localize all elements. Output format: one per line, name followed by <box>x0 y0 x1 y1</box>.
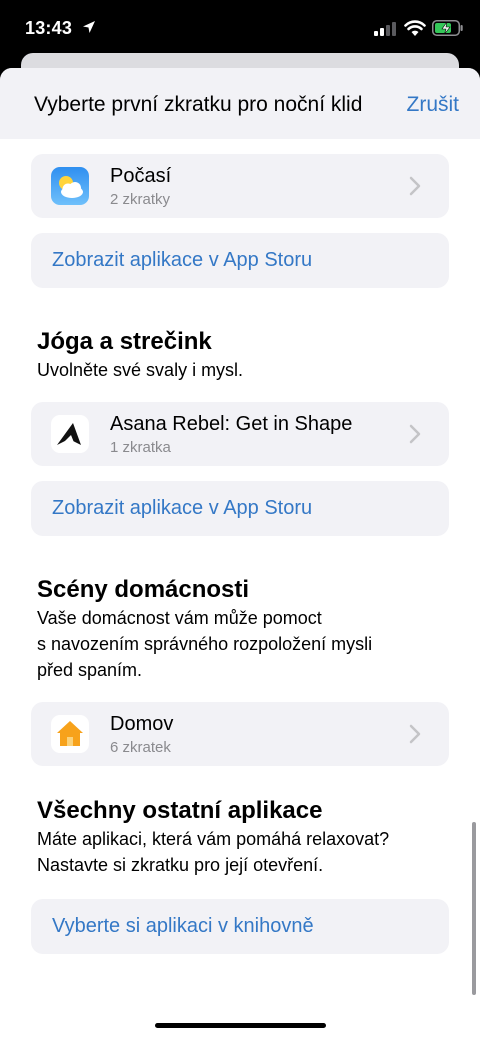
shortcut-count: 1 zkratka <box>110 439 171 456</box>
app-row-asana-rebel[interactable]: Asana Rebel: Get in Shape 1 zkratka <box>31 402 449 466</box>
cellular-signal-icon <box>374 22 396 36</box>
cancel-button[interactable]: Zrušit <box>407 93 460 117</box>
library-link-card[interactable]: Vyberte si aplikaci v knihovně <box>31 899 449 954</box>
home-indicator[interactable] <box>155 1023 326 1028</box>
chevron-right-icon <box>409 424 421 444</box>
weather-app-icon <box>51 167 89 205</box>
appstore-link-card[interactable]: Zobrazit aplikace v App Storu <box>31 233 449 288</box>
desc-line: Nastavte si zkratku pro její otevření. <box>37 855 324 875</box>
section-title-yoga: Jóga a strečink <box>37 328 212 355</box>
appstore-link[interactable]: Zobrazit aplikace v App Storu <box>52 497 312 520</box>
section-title-home-scenes: Scény domácnosti <box>37 576 250 603</box>
app-name: Domov <box>110 713 174 735</box>
chevron-right-icon <box>409 724 421 744</box>
location-arrow-icon <box>83 21 95 33</box>
desc-line: před spaním. <box>37 660 143 680</box>
chevron-right-icon <box>409 176 421 196</box>
appstore-link[interactable]: Zobrazit aplikace v App Storu <box>52 249 312 272</box>
battery-charging-icon <box>432 20 463 36</box>
sheet-header: Vyberte první zkratku pro noční klid Zru… <box>0 68 480 140</box>
desc-line: s navozením správného rozpoložení mysli <box>37 634 373 654</box>
home-app-icon <box>51 715 89 753</box>
shortcut-picker-sheet: Vyberte první zkratku pro noční klid Zru… <box>0 68 480 1039</box>
vertical-scrollbar[interactable] <box>472 822 476 995</box>
appstore-link-card[interactable]: Zobrazit aplikace v App Storu <box>31 481 449 536</box>
status-time: 13:43 <box>25 18 73 38</box>
section-title-other-apps: Všechny ostatní aplikace <box>37 797 323 824</box>
app-name: Asana Rebel: Get in Shape <box>110 413 353 435</box>
status-bar: 13:43 <box>0 0 480 60</box>
content-list: Počasí 2 zkratky Zobrazit aplikace v App… <box>0 139 480 1039</box>
app-row-home[interactable]: Domov 6 zkratek <box>31 702 449 766</box>
section-desc-home-scenes: Vaše domácnost vám může pomoct s navozen… <box>37 605 437 683</box>
app-name: Počasí <box>110 165 172 187</box>
shortcut-count: 2 zkratky <box>110 191 171 208</box>
app-row-weather[interactable]: Počasí 2 zkratky <box>31 154 449 218</box>
library-link[interactable]: Vyberte si aplikaci v knihovně <box>52 915 314 938</box>
asana-rebel-app-icon <box>51 415 89 453</box>
sheet-title: Vyberte první zkratku pro noční klid <box>34 93 363 116</box>
section-desc-other-apps: Máte aplikaci, která vám pomáhá relaxova… <box>37 826 437 878</box>
desc-line: Vaše domácnost vám může pomoct <box>37 608 322 628</box>
desc-line: Máte aplikaci, která vám pomáhá relaxova… <box>37 829 390 849</box>
wifi-icon <box>404 20 426 36</box>
shortcut-count: 6 zkratek <box>110 739 171 756</box>
section-desc-yoga: Uvolněte své svaly i mysl. <box>37 360 244 380</box>
